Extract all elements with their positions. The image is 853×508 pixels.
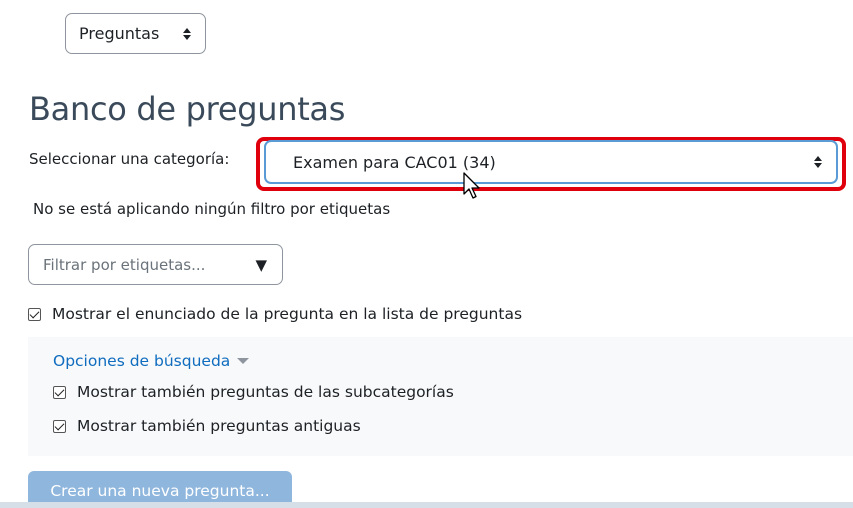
show-question-text-label: Mostrar el enunciado de la pregunta en l…: [52, 305, 523, 323]
filter-status-text: No se está aplicando ningún filtro por e…: [33, 200, 391, 218]
nav-select-value: Preguntas: [79, 24, 160, 43]
footer-bar: [0, 502, 853, 508]
old-questions-label: Mostrar también preguntas antiguas: [77, 417, 361, 435]
tag-filter-dropdown[interactable]: Filtrar por etiquetas... ▼: [28, 244, 283, 285]
show-question-text-option[interactable]: Mostrar el enunciado de la pregunta en l…: [28, 305, 522, 323]
category-select-value: Examen para CAC01 (34): [293, 152, 496, 172]
subcategories-checkbox[interactable]: [53, 385, 66, 399]
sort-arrows-icon: [183, 27, 191, 40]
search-options-title: Opciones de búsqueda: [53, 352, 231, 370]
subcategories-label: Mostrar también preguntas de las subcate…: [77, 383, 454, 401]
show-question-text-checkbox[interactable]: [28, 307, 41, 321]
old-questions-checkbox[interactable]: [53, 419, 66, 433]
search-options-toggle[interactable]: Opciones de búsqueda: [53, 352, 250, 370]
tag-filter-placeholder: Filtrar por etiquetas...: [43, 255, 206, 274]
question-bank-page: Preguntas Banco de preguntas Seleccionar…: [0, 0, 853, 508]
caret-down-icon: [237, 358, 250, 364]
subcategories-option[interactable]: Mostrar también preguntas de las subcate…: [53, 383, 454, 401]
sort-arrows-icon: [814, 156, 822, 168]
triangle-down-icon: ▼: [255, 255, 267, 274]
page-title: Banco de preguntas: [29, 90, 346, 128]
create-question-label: Crear una nueva pregunta...: [50, 482, 270, 500]
question-bank-nav-select[interactable]: Preguntas: [65, 13, 206, 54]
old-questions-option[interactable]: Mostrar también preguntas antiguas: [53, 417, 361, 435]
mouse-cursor-icon: [463, 172, 480, 199]
category-label: Seleccionar una categoría:: [29, 150, 230, 168]
category-select[interactable]: Examen para CAC01 (34): [264, 140, 838, 184]
